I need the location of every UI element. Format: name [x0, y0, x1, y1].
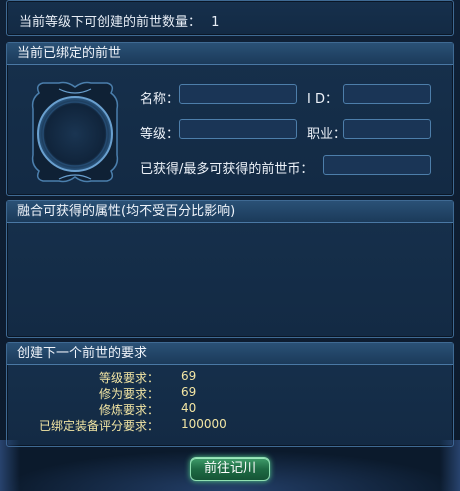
requirements-panel: 创建下一个前世的要求 等级要求： 69 修为要求： 69 修炼要求： 40 已绑…: [6, 342, 454, 447]
creatable-count-label: 当前等级下可创建的前世数量：: [19, 15, 202, 30]
right-ornament: [440, 440, 460, 491]
bound-life-header: 当前已绑定的前世: [7, 43, 453, 65]
portrait-frame-icon: [31, 81, 119, 183]
job-field: [343, 119, 431, 139]
name-field: [179, 84, 297, 104]
id-label: I D：: [307, 92, 338, 107]
job-label: 职业：: [307, 127, 347, 142]
coins-label: 已获得/最多可获得的前世币：: [140, 162, 314, 177]
requirement-label: 修为要求：: [98, 387, 159, 401]
requirement-value: 69: [181, 369, 197, 383]
level-field: [179, 119, 297, 139]
requirement-label: 已绑定装备评分要求：: [38, 419, 159, 433]
requirement-value: 40: [181, 401, 197, 415]
requirement-label: 等级要求：: [98, 371, 159, 385]
name-label: 名称：: [140, 92, 180, 107]
creatable-count-value: 1: [211, 15, 220, 30]
coins-field: [323, 155, 431, 175]
requirements-header: 创建下一个前世的要求: [7, 343, 453, 365]
creatable-count-text: 当前等级下可创建的前世数量： 1: [19, 11, 219, 30]
bound-life-panel: 当前已绑定的前世 名称： I D： 等级： 职业： 已获得/最多可获得的前世币：: [6, 42, 454, 196]
fusion-attributes-header: 融合可获得的属性(均不受百分比影响): [7, 201, 453, 223]
creatable-count-panel: 当前等级下可创建的前世数量： 1: [6, 0, 454, 36]
id-field: [343, 84, 431, 104]
fusion-attributes-panel: 融合可获得的属性(均不受百分比影响): [6, 200, 454, 338]
go-to-jichuan-button[interactable]: 前往记川: [190, 457, 270, 481]
requirement-value: 100000: [181, 417, 227, 431]
requirement-label: 修炼要求：: [98, 403, 159, 417]
level-label: 等级：: [140, 127, 180, 142]
left-ornament: [0, 440, 20, 491]
requirement-value: 69: [181, 385, 197, 399]
